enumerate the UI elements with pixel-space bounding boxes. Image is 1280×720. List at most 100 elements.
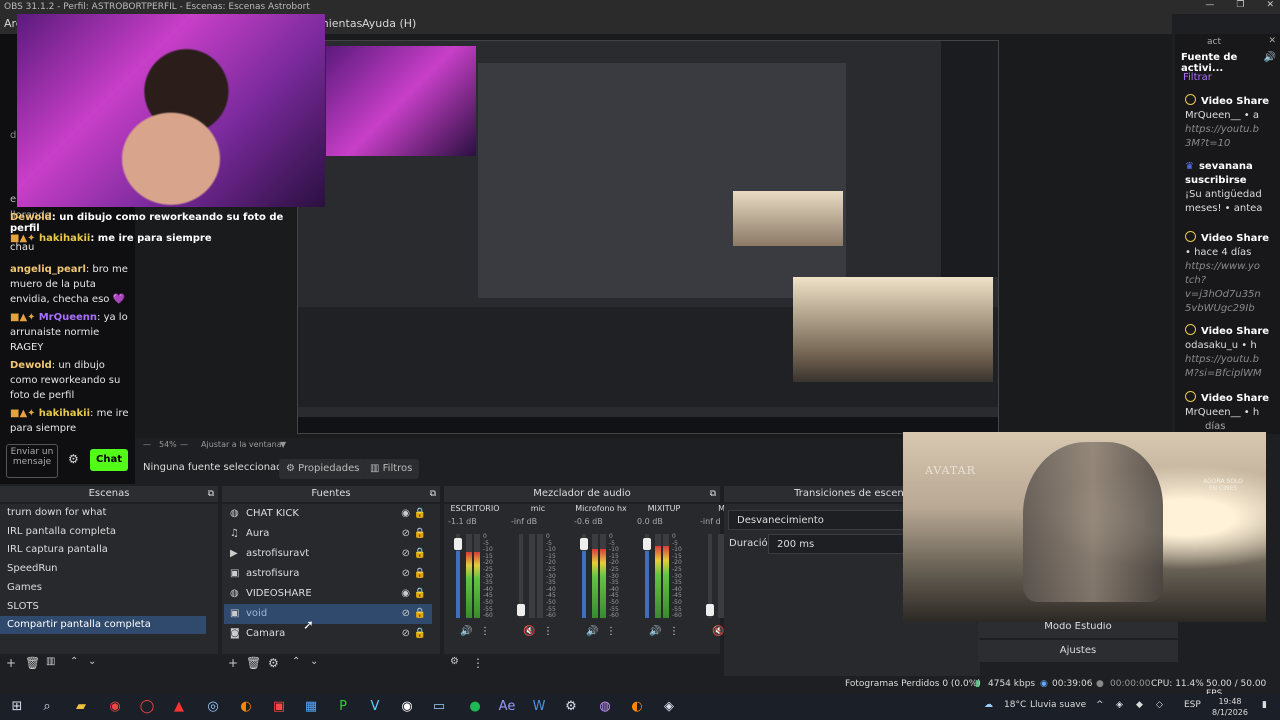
more-icon[interactable]: ⋮ [606, 626, 616, 637]
activity-item[interactable]: ♛ sevanana suscribirse ¡Su antigüedad mes… [1185, 160, 1280, 216]
speaker-icon[interactable]: 🔊 [460, 626, 472, 637]
lock-icon[interactable]: 🔒 [414, 544, 426, 564]
volume-slider-handle[interactable] [706, 604, 714, 616]
settings-icon[interactable]: ⚙ [562, 698, 580, 716]
chrome-icon[interactable]: ◉ [106, 698, 124, 716]
discord-icon[interactable]: ◍ [596, 698, 614, 716]
tray-app-icon[interactable]: ◆ [1136, 700, 1143, 710]
source-item[interactable]: ▶ astrofisuravt ⊘ 🔒 [224, 544, 432, 564]
app-icon[interactable]: ◎ [204, 698, 222, 716]
volume-slider-handle[interactable] [454, 538, 462, 550]
minimize-button[interactable]: — [1205, 0, 1214, 14]
eye-hidden-icon[interactable]: ⊘ [402, 524, 410, 544]
after-effects-icon[interactable]: Ae [498, 698, 516, 716]
pycharm-icon[interactable]: P [334, 698, 352, 716]
add-icon[interactable]: + [6, 656, 16, 670]
scene-item[interactable]: IRL captura pantalla [0, 541, 206, 559]
activity-item-link[interactable]: 5vbWUgc29Ib [1185, 302, 1280, 316]
filter-icon[interactable]: ▥ [46, 656, 55, 667]
lock-icon[interactable]: 🔒 [414, 624, 426, 644]
volume-slider-handle[interactable] [517, 604, 525, 616]
mute-icon[interactable]: 🔇 [523, 626, 535, 637]
tray-app-icon[interactable]: ◈ [1116, 700, 1123, 710]
settings-button[interactable]: Ajustes [978, 640, 1178, 662]
chevron-down-icon[interactable]: ▼ [280, 440, 286, 449]
fit-dropdown[interactable]: Ajustar a la ventana [201, 440, 282, 449]
file-explorer-icon[interactable]: ▰ [72, 698, 90, 716]
source-item[interactable]: ◍ VIDEOSHARE ◉ 🔒 [224, 584, 432, 604]
trash-icon[interactable]: 🗑 [25, 656, 40, 670]
gear-icon[interactable]: ⚙ [68, 452, 79, 466]
weather-desc[interactable]: Lluvia suave [1030, 700, 1086, 710]
windows-start-icon[interactable]: ⊞ [8, 698, 26, 716]
more-icon[interactable]: ⋮ [669, 626, 679, 637]
scene-item[interactable]: SLOTS [0, 598, 206, 616]
lock-icon[interactable]: 🔒 [414, 604, 426, 624]
volume-slider[interactable] [517, 534, 525, 618]
trash-icon[interactable]: 🗑 [246, 656, 261, 670]
activity-item[interactable]: Video Share MrQueen__ • h días [1185, 391, 1280, 434]
volume-slider[interactable] [643, 534, 651, 618]
scene-item[interactable]: Compartir pantalla completa [0, 616, 206, 635]
source-item[interactable]: ◍ CHAT KICK ◉ 🔒 [224, 504, 432, 524]
activity-item[interactable]: Video Share odasaku_u • h https://youtu.… [1185, 324, 1280, 381]
source-item[interactable]: ▣ void ⊘ 🔒 [224, 604, 432, 624]
volume-slider-handle[interactable] [643, 538, 651, 550]
source-item[interactable]: ◙ Camara ⊘ 🔒 [224, 624, 432, 644]
gear-icon[interactable]: ⚙ [268, 656, 279, 670]
volume-icon[interactable]: 🔊 [1264, 52, 1276, 63]
source-item[interactable]: ♫ Aura ⊘ 🔒 [224, 524, 432, 544]
lock-icon[interactable]: 🔒 [414, 584, 426, 604]
scene-item[interactable]: IRL pantalla completa [0, 523, 206, 541]
app-icon[interactable]: ◈ [660, 698, 678, 716]
mute-icon[interactable]: 🔇 [712, 626, 724, 637]
activity-item[interactable]: Video Share • hace 4 días https://www.yo… [1185, 231, 1280, 316]
language-indicator[interactable]: ESP [1184, 700, 1201, 710]
activity-item-link[interactable]: https://www.yo [1185, 260, 1280, 274]
volume-slider[interactable] [580, 534, 588, 618]
add-icon[interactable]: + [228, 656, 238, 670]
scene-item[interactable]: SpeedRun [0, 560, 206, 578]
volume-slider-handle[interactable] [580, 538, 588, 550]
scene-item[interactable]: trurn down for what [0, 504, 206, 522]
vegas-icon[interactable]: V [366, 698, 384, 716]
close-icon[interactable]: ✕ [1268, 36, 1276, 46]
more-icon[interactable]: ⋮ [472, 656, 484, 670]
undock-icon[interactable]: ⧉ [208, 486, 214, 502]
activity-item-link[interactable]: https://youtu.b [1185, 123, 1280, 137]
activity-item-link[interactable]: tch? [1185, 274, 1280, 288]
chat-username[interactable]: hakihakii [39, 408, 90, 419]
search-icon[interactable]: ⌕ [38, 698, 56, 716]
source-item[interactable]: ▣ astrofisura ⊘ 🔒 [224, 564, 432, 584]
chevron-up-icon[interactable]: ⌃ [292, 656, 300, 667]
menu-item-ayuda[interactable]: Ayuda (H) [362, 14, 416, 34]
close-button[interactable]: ✕ [1266, 0, 1274, 14]
more-icon[interactable]: ⋮ [543, 626, 553, 637]
minus-icon[interactable]: — [143, 440, 151, 449]
opera-icon[interactable]: ◯ [138, 698, 156, 716]
activity-item-link[interactable]: M?si=BfciplWM [1185, 367, 1280, 381]
chat-username[interactable]: Dewold [10, 360, 52, 371]
eye-hidden-icon[interactable]: ⊘ [402, 604, 410, 624]
more-icon[interactable]: ⋮ [480, 626, 490, 637]
weather-temp[interactable]: 18°C [1004, 700, 1026, 710]
firefox-icon[interactable]: ◐ [237, 698, 255, 716]
tray-app-icon[interactable]: ◇ [1156, 700, 1163, 710]
lock-icon[interactable]: 🔒 [414, 524, 426, 544]
speaker-icon[interactable]: 🔊 [649, 626, 661, 637]
gear-icon[interactable]: ⚙ [450, 656, 459, 667]
volume-slider[interactable] [706, 534, 714, 618]
lock-icon[interactable]: 🔒 [414, 564, 426, 584]
spotify-icon[interactable]: ● [466, 698, 484, 716]
chat-username[interactable]: MrQueenn [39, 312, 97, 323]
chevron-up-icon[interactable]: ^ [1096, 700, 1104, 710]
maximize-button[interactable]: ❐ [1236, 0, 1244, 14]
properties-button[interactable]: ⚙ Propiedades [279, 459, 367, 479]
speaker-icon[interactable]: 🔊 [586, 626, 598, 637]
chat-input[interactable]: Enviar un mensaje [6, 444, 58, 478]
volume-slider[interactable] [454, 534, 462, 618]
chevron-down-icon[interactable]: ⌄ [88, 656, 96, 667]
photos-icon[interactable]: ▦ [302, 698, 320, 716]
eye-icon[interactable]: ◉ [401, 584, 410, 604]
obs-icon[interactable]: ◉ [398, 698, 416, 716]
